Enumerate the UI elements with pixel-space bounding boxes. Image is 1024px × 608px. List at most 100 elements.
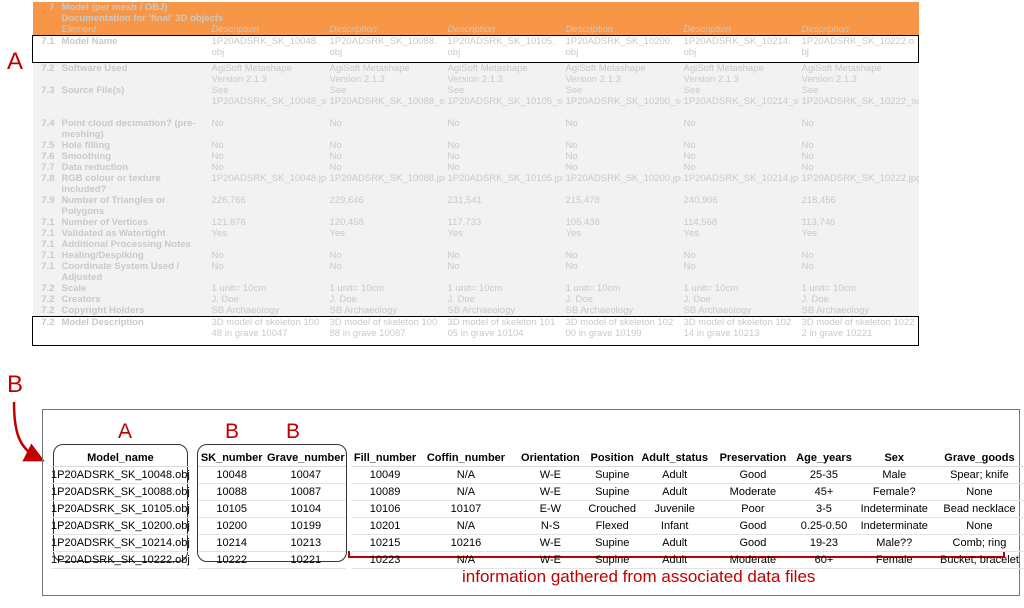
table-row: 1P20ADSRK_SK_10200.obj 10200 10199 10201 N/A…: [51, 517, 1024, 535]
row-value: Yes: [680, 228, 799, 239]
row-value: No: [444, 140, 563, 151]
row-value: No: [680, 162, 799, 173]
row-number: 7.8: [32, 173, 59, 195]
row-value: Yes: [208, 228, 327, 239]
table-cell: Adult: [637, 551, 712, 569]
row-value: No: [798, 261, 919, 283]
row-value: 1P20ADSRK_SK_10048.obj: [208, 35, 327, 63]
column-header: Grave_goods: [934, 450, 1024, 467]
column-gap: [190, 535, 198, 552]
table-cell: Good: [711, 517, 795, 535]
row-value: 3D model of skeleton 10088 in grave 1008…: [326, 316, 445, 346]
row-value: AgiSoft Metashape Version 2.1.3: [680, 62, 799, 85]
row-value: See 1P20ADSRK_SK_10222_source_images.xls…: [798, 85, 919, 118]
table-cell: 10087: [265, 483, 347, 501]
table-cell: Flexed: [586, 517, 638, 535]
table-cell: 10088: [198, 483, 266, 501]
header-element: Element: [58, 24, 209, 36]
marker-b-small-2: B: [286, 420, 301, 443]
row-value: 1 unit= 10cm: [444, 283, 563, 294]
row-value: 1P20ADSRK_SK_10088.jpg: [326, 173, 445, 195]
row-value: AgiSoft Metashape Version 2.1.3: [326, 62, 445, 85]
table-cell: 1P20ADSRK_SK_10222.obj: [51, 551, 190, 569]
row-value: SB Archaeology: [326, 305, 445, 317]
row-value: No: [562, 140, 681, 151]
row-value: 215,478: [562, 195, 681, 217]
row-value: SB Archaeology: [208, 305, 327, 317]
table-cell: E-W: [514, 500, 587, 518]
column-gap: [190, 484, 198, 501]
row-value: 3D model of skeleton 10048 in grave 1004…: [208, 316, 327, 346]
row-value: No: [562, 162, 681, 173]
table-cell: Indeterminate: [853, 517, 935, 535]
column-header: Model_name: [51, 450, 190, 467]
row-value: 1P20ADSRK_SK_10222.jpg: [798, 173, 919, 195]
row-number: 7.3: [32, 85, 59, 118]
row-value: 1P20ADSRK_SK_10222.obj: [798, 35, 919, 63]
row-value: 1 unit= 10cm: [208, 283, 327, 294]
model-description-row: 7.2 Model Description 3D model of skeleton…: [32, 316, 919, 346]
row-value: 1P20ADSRK_SK_10105.obj: [444, 35, 563, 63]
model-name-row: 7.1 Model Name 1P20ADSRK_SK_10048.obj 1P20A…: [32, 35, 919, 63]
row-label: Source File(s): [58, 85, 209, 118]
row-value: 1P20ADSRK_SK_10048.jpg: [208, 173, 327, 195]
table-cell: Adult: [637, 483, 712, 501]
table-cell: Juvenile: [637, 500, 712, 518]
table-cell: Adult: [637, 534, 712, 552]
table-cell: Moderate: [711, 483, 795, 501]
row-value: Yes: [444, 228, 563, 239]
table-cell: 25-35: [794, 466, 854, 484]
marker-b-small-1: B: [225, 420, 240, 443]
table-cell: 10215: [352, 534, 418, 552]
row-value: No: [326, 118, 445, 140]
column-gap: [190, 552, 198, 569]
table-cell: 1P20ADSRK_SK_10105.obj: [51, 500, 190, 518]
table-cell: 1P20ADSRK_SK_10200.obj: [51, 517, 190, 535]
row-label: Number of Triangles or Polygons: [58, 195, 209, 217]
row-value: No: [444, 250, 563, 261]
metadata-row: 7.7 Data reduction No No No No No No: [32, 162, 919, 173]
metadata-row: 7.9 Number of Triangles or Polygons 226,76…: [32, 195, 919, 217]
column-header: Preservation: [711, 450, 795, 467]
section-subtitle-row: Documentation for 'final' 3D objects: [32, 13, 919, 24]
row-value: J. Doe: [798, 294, 919, 305]
row-number: 7.2: [32, 283, 59, 294]
row-value: 1P20ADSRK_SK_10214.obj: [680, 35, 799, 63]
row-value: No: [562, 118, 681, 140]
row-number: 7.2: [32, 316, 59, 346]
column-header: Orientation: [514, 450, 587, 467]
row-value: 1P20ADSRK_SK_10200.jpg: [562, 173, 681, 195]
row-value: AgiSoft Metashape Version 2.1.3: [798, 62, 919, 85]
row-value: See 1P20ADSRK_SK_10214_source_images.xls…: [680, 85, 799, 118]
metadata-spreadsheet: 7 Model (per mesh / OBJ) Documentation f…: [32, 2, 919, 346]
row-value: J. Doe: [680, 294, 799, 305]
row-value: No: [798, 162, 919, 173]
table-cell: 10213: [265, 534, 347, 552]
table-cell: 1P20ADSRK_SK_10214.obj: [51, 534, 190, 552]
table-cell: Comb; ring: [934, 534, 1024, 552]
row-value: 1P20ADSRK_SK_10105.jpg: [444, 173, 563, 195]
table-cell: 10201: [352, 517, 418, 535]
row-value: [444, 239, 563, 250]
row-value: 1 unit= 10cm: [680, 283, 799, 294]
row-value: No: [326, 151, 445, 162]
row-value: No: [798, 118, 919, 140]
row-label: Point cloud decimation? (pre-meshing): [58, 118, 209, 140]
row-label: Creators: [58, 294, 209, 305]
table-cell: 45+: [794, 483, 854, 501]
row-value: 1 unit= 10cm: [326, 283, 445, 294]
column-header-row: Element Description Description Descriptio…: [32, 24, 919, 36]
row-value: [208, 239, 327, 250]
row-value: 1 unit= 10cm: [562, 283, 681, 294]
table-cell: W-E: [514, 466, 587, 484]
table-cell: Crouched: [586, 500, 638, 518]
table-cell: Good: [711, 466, 795, 484]
row-number: 7.7: [32, 162, 59, 173]
section-header-row: 7 Model (per mesh / OBJ): [32, 2, 919, 13]
table-cell: 10200: [198, 517, 266, 535]
table-cell: None: [934, 483, 1024, 501]
row-number: 7.2: [32, 294, 59, 305]
table-header-row: Model_name SK_number Grave_number Fill_numb…: [51, 450, 1024, 467]
row-number: 7.4: [32, 118, 59, 140]
row-value: AgiSoft Metashape Version 2.1.3: [562, 62, 681, 85]
